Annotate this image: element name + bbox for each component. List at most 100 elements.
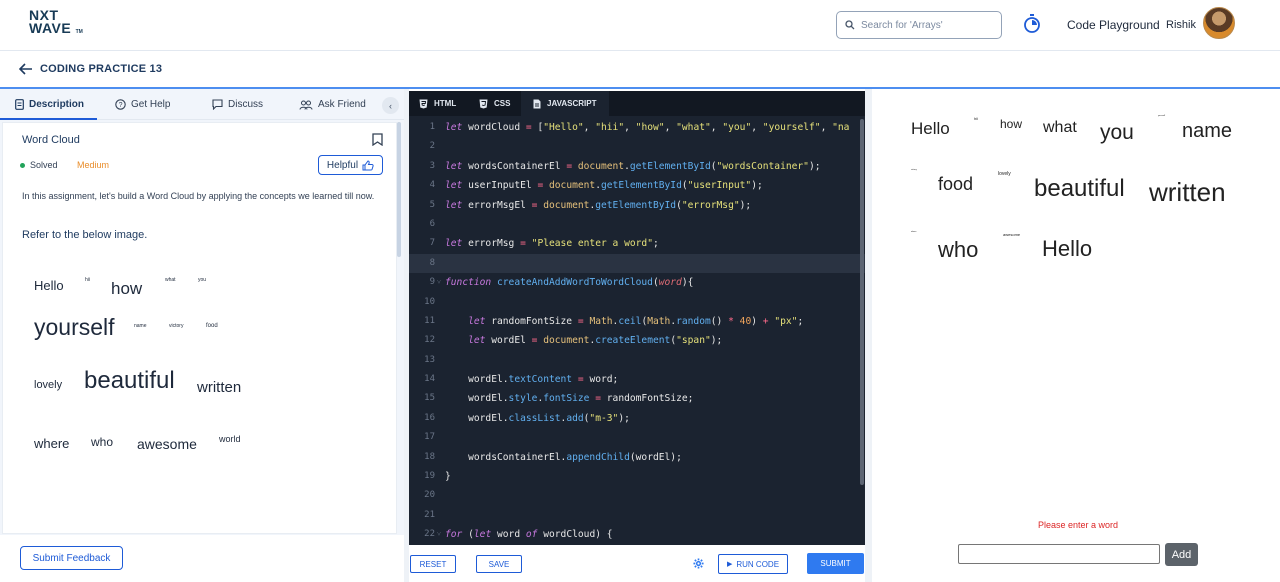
problem-panel: Description ? Get Help Discuss Ask Frien… [0, 89, 404, 582]
code-line[interactable]: 13 [409, 351, 865, 370]
question-circle-icon: ? [115, 99, 126, 110]
tab-javascript-label: JAVASCRIPT [547, 99, 597, 108]
code-line[interactable]: 7 let errorMsg = "Please enter a word"; [409, 234, 865, 253]
play-icon: ▶ [726, 561, 733, 568]
fold-chevron-icon[interactable]: ˅ [437, 525, 441, 544]
code-lines[interactable]: 1 let wordCloud = ["Hello", "hii", "how",… [409, 118, 865, 545]
line-number: 21 [424, 509, 435, 520]
solved-dot-icon [20, 162, 25, 168]
line-number: 19 [424, 471, 435, 482]
code-line[interactable]: 4 let userInputEl = document.getElementBy… [409, 176, 865, 195]
chat-icon [212, 99, 223, 110]
search-placeholder: Search for 'Arrays' [861, 19, 943, 31]
example-word: food [206, 323, 218, 329]
preview-word: where [911, 231, 917, 233]
add-button[interactable]: Add [1165, 543, 1198, 566]
code-line[interactable]: 9 ˅ function createAndAddWordToWordCloud(w… [409, 273, 865, 292]
code-text: let errorMsgEl = document.getElementById… [445, 199, 752, 211]
line-number: 22 [424, 529, 435, 540]
line-number: 12 [424, 335, 435, 346]
reset-button[interactable]: RESET [410, 555, 456, 573]
example-word: Hello [34, 278, 64, 293]
line-number: 7 [429, 238, 435, 249]
run-code-button[interactable]: ▶ RUN CODE [718, 554, 788, 574]
word-input[interactable] [958, 544, 1160, 564]
tab-html[interactable]: HTML [411, 91, 464, 116]
tab-javascript[interactable]: JAVASCRIPT [521, 91, 609, 116]
line-number: 14 [424, 374, 435, 385]
line-number: 15 [424, 393, 435, 404]
save-button[interactable]: SAVE [476, 555, 522, 573]
settings-gear-icon[interactable] [693, 558, 704, 569]
tab-discuss-label: Discuss [228, 99, 264, 110]
code-line[interactable]: 20 [409, 486, 865, 505]
line-number: 4 [429, 180, 435, 191]
tab-description[interactable]: Description [15, 99, 84, 110]
tab-get-help[interactable]: ? Get Help [115, 99, 170, 110]
code-line[interactable]: 6 [409, 215, 865, 234]
preview-word: Hello [911, 119, 950, 138]
preview-word: awesome [1003, 232, 1021, 237]
logo-line-2: WAVE [29, 20, 72, 36]
svg-text:?: ? [119, 102, 123, 109]
code-line[interactable]: 10 [409, 293, 865, 312]
code-line[interactable]: 19} [409, 467, 865, 486]
timer-icon[interactable] [1023, 14, 1041, 34]
code-line[interactable]: 8 [409, 253, 865, 274]
output-preview: Hello hii how what you yourself name vic… [872, 89, 1280, 582]
code-line[interactable]: 1 let wordCloud = ["Hello", "hii", "how",… [409, 118, 865, 137]
tab-ask-friend[interactable]: Ask Friend [299, 99, 366, 110]
preview-word: name [1182, 120, 1233, 142]
preview-word: victory [911, 169, 917, 171]
code-line[interactable]: 17 [409, 428, 865, 447]
code-line[interactable]: 14 wordEl.textContent = word; [409, 370, 865, 389]
collapse-panel-button[interactable]: ‹ [382, 97, 399, 114]
code-line[interactable]: 5 let errorMsgEl = document.getElementByI… [409, 196, 865, 215]
code-playground-link[interactable]: Code Playground [1067, 18, 1160, 32]
editor-scrollbar[interactable] [860, 119, 864, 485]
thumbs-up-icon [362, 159, 374, 170]
avatar[interactable] [1203, 7, 1235, 39]
description-scrollbar[interactable] [397, 122, 401, 257]
code-text: function createAndAddWordToWordCloud(wor… [445, 277, 694, 289]
question-description: In this assignment, let's build a Word C… [22, 191, 375, 201]
back-arrow-icon[interactable] [19, 63, 33, 75]
resize-handle-right[interactable] [865, 89, 872, 582]
code-line[interactable]: 18 wordsContainerEl.appendChild(wordEl); [409, 448, 865, 467]
code-line[interactable]: 12 let wordEl = document.createElement("… [409, 331, 865, 350]
code-editor[interactable]: HTML CSS JAVASCRIPT 1 let wordCloud = ["H… [409, 91, 865, 545]
submit-feedback-button[interactable]: Submit Feedback [20, 546, 123, 570]
fold-chevron-icon[interactable]: ˅ [437, 273, 441, 292]
helpful-button[interactable]: Helpful [318, 155, 383, 175]
run-code-label: RUN CODE [736, 559, 780, 569]
code-line[interactable]: 22 ˅ for (let word of wordCloud) { [409, 525, 865, 544]
tab-discuss[interactable]: Discuss [212, 99, 263, 110]
code-line[interactable]: 2 [409, 137, 865, 156]
line-number: 18 [424, 451, 435, 462]
question-title: Word Cloud [22, 134, 80, 146]
preview-word: yourself [1158, 115, 1166, 117]
line-number: 6 [429, 218, 435, 229]
preview-word: food [938, 174, 974, 194]
tab-description-label: Description [29, 99, 85, 110]
preview-word: lovely [998, 171, 1011, 177]
code-line[interactable]: 21 [409, 506, 865, 525]
bookmark-icon[interactable] [372, 133, 383, 146]
code-line[interactable]: 3 let wordsContainerEl = document.getElem… [409, 157, 865, 176]
code-line[interactable]: 11 let randomFontSize = Math.ceil(Math.r… [409, 312, 865, 331]
search-input[interactable]: Search for 'Arrays' [836, 11, 1002, 39]
line-number: 5 [429, 199, 435, 210]
tab-html-label: HTML [434, 99, 457, 108]
status-label: Solved [30, 160, 58, 170]
code-line[interactable]: 16 wordEl.classList.add("m-3"); [409, 409, 865, 428]
status-badge: Solved [20, 160, 58, 170]
submit-button[interactable]: SUBMIT [807, 553, 864, 574]
preview-word: Hello [1042, 236, 1093, 261]
helpful-label: Helpful [326, 159, 359, 171]
username-label[interactable]: Rishik [1166, 19, 1196, 31]
example-word: name [134, 323, 147, 329]
example-word: world [219, 434, 241, 444]
nxtwave-logo[interactable]: NXT WAVE TM [29, 8, 89, 39]
tab-css[interactable]: CSS [471, 91, 518, 116]
code-line[interactable]: 15 wordEl.style.fontSize = randomFontSiz… [409, 389, 865, 408]
